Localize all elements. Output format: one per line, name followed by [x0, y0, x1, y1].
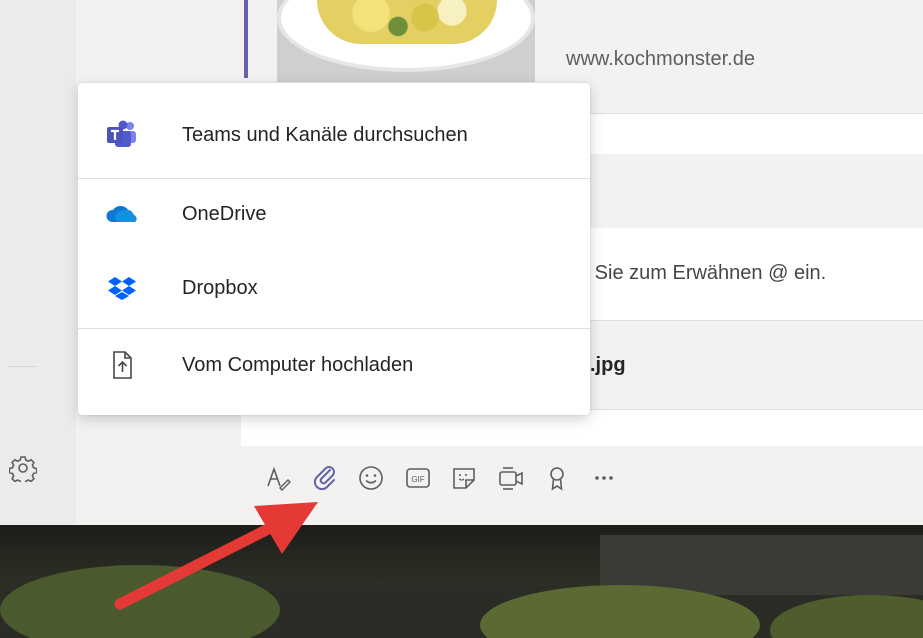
attach-file-menu: Teams und Kanäle durchsuchen OneDrive Dr… [78, 83, 590, 415]
menu-divider [78, 328, 590, 329]
emoji-icon[interactable] [357, 464, 385, 492]
menu-item-onedrive[interactable]: OneDrive [78, 184, 590, 244]
menu-item-teams-channels[interactable]: Teams und Kanäle durchsuchen [78, 105, 590, 165]
menu-item-label: Teams und Kanäle durchsuchen [182, 123, 468, 146]
food-image [317, 0, 497, 44]
menu-item-upload-from-computer[interactable]: Vom Computer hochladen [78, 335, 590, 395]
sticker-icon[interactable] [450, 464, 478, 492]
photo-shrub [770, 595, 923, 638]
menu-divider [78, 178, 590, 179]
settings-gear-icon[interactable] [8, 454, 38, 485]
background-photo [0, 525, 923, 638]
compose-toolbar: GIF [264, 458, 636, 498]
menu-item-label: Vom Computer hochladen [182, 353, 414, 376]
svg-text:GIF: GIF [411, 475, 424, 484]
more-options-icon[interactable] [590, 464, 618, 492]
teams-icon [104, 117, 140, 153]
compose-placeholder: n Sie zum Erwähnen @ ein. [578, 262, 827, 284]
left-rail [0, 0, 76, 525]
upload-file-icon [104, 347, 140, 383]
gif-icon[interactable]: GIF [404, 464, 432, 492]
praise-icon[interactable] [543, 464, 571, 492]
onedrive-cloud-icon [104, 196, 140, 232]
menu-item-dropbox[interactable]: Dropbox [78, 258, 590, 318]
dropbox-icon [104, 270, 140, 306]
rail-divider [8, 366, 38, 367]
menu-item-label: OneDrive [182, 202, 267, 225]
link-preview-image[interactable] [277, 0, 535, 82]
message-accent-bar [244, 0, 248, 78]
format-icon[interactable] [264, 464, 292, 492]
attach-paperclip-icon[interactable] [311, 464, 339, 492]
link-preview-url[interactable]: www.kochmonster.de [566, 48, 755, 71]
meet-now-icon[interactable] [497, 464, 525, 492]
attachment-filename: .jpg [590, 354, 626, 376]
menu-item-label: Dropbox [182, 276, 258, 299]
reply-strip[interactable] [535, 113, 923, 154]
